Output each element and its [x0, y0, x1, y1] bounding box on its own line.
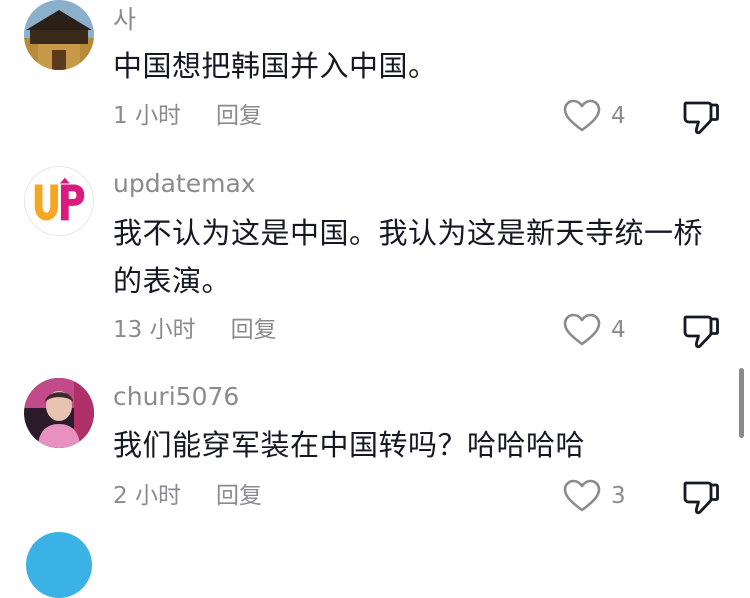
like-button[interactable]: 4 [563, 313, 626, 347]
fortress-gate-photo-icon [24, 0, 94, 70]
like-count: 4 [611, 102, 626, 129]
like-button[interactable]: 3 [563, 479, 626, 513]
reply-button[interactable]: 回复 [216, 105, 262, 128]
thumbs-down-icon [683, 315, 719, 349]
comment-time: 13 小时 [113, 317, 196, 343]
avatar[interactable] [24, 0, 94, 70]
reply-button[interactable]: 回复 [216, 485, 262, 508]
scrollbar[interactable] [739, 368, 744, 438]
avatar[interactable] [24, 378, 94, 448]
avatar[interactable] [24, 166, 94, 236]
heart-icon [563, 99, 601, 132]
dislike-button[interactable] [681, 477, 721, 517]
dislike-button[interactable] [681, 311, 721, 351]
heart-icon [563, 313, 601, 346]
comment-text: 我们能穿军装在中国转吗？哈哈哈哈 [113, 428, 586, 462]
thumbs-down-icon [683, 481, 719, 515]
thumbs-down-icon [683, 101, 719, 135]
like-button[interactable]: 4 [563, 99, 626, 133]
up-logo-icon [25, 167, 93, 235]
username[interactable]: updatemax [113, 171, 256, 196]
comment-meta: 13 小时 回复 [113, 319, 277, 342]
comment-time: 2 小时 [113, 483, 181, 509]
like-count: 3 [611, 482, 626, 509]
username[interactable]: churi5076 [113, 384, 239, 409]
comment-meta: 1 小时 回复 [113, 105, 262, 128]
comment-time: 1 小时 [113, 103, 181, 129]
comment-text: 我不认为这是中国。我认为这是新天寺统一桥的表演。 [113, 216, 704, 298]
comment-text: 中国想把韩国并入中国。 [113, 49, 438, 83]
username[interactable]: 사 [113, 7, 136, 32]
person-photo-icon [24, 378, 94, 448]
reply-button[interactable]: 回复 [231, 319, 277, 342]
avatar[interactable] [26, 532, 92, 598]
heart-icon [563, 479, 601, 512]
comment-meta: 2 小时 回复 [113, 485, 262, 508]
dislike-button[interactable] [681, 97, 721, 137]
like-count: 4 [611, 316, 626, 343]
